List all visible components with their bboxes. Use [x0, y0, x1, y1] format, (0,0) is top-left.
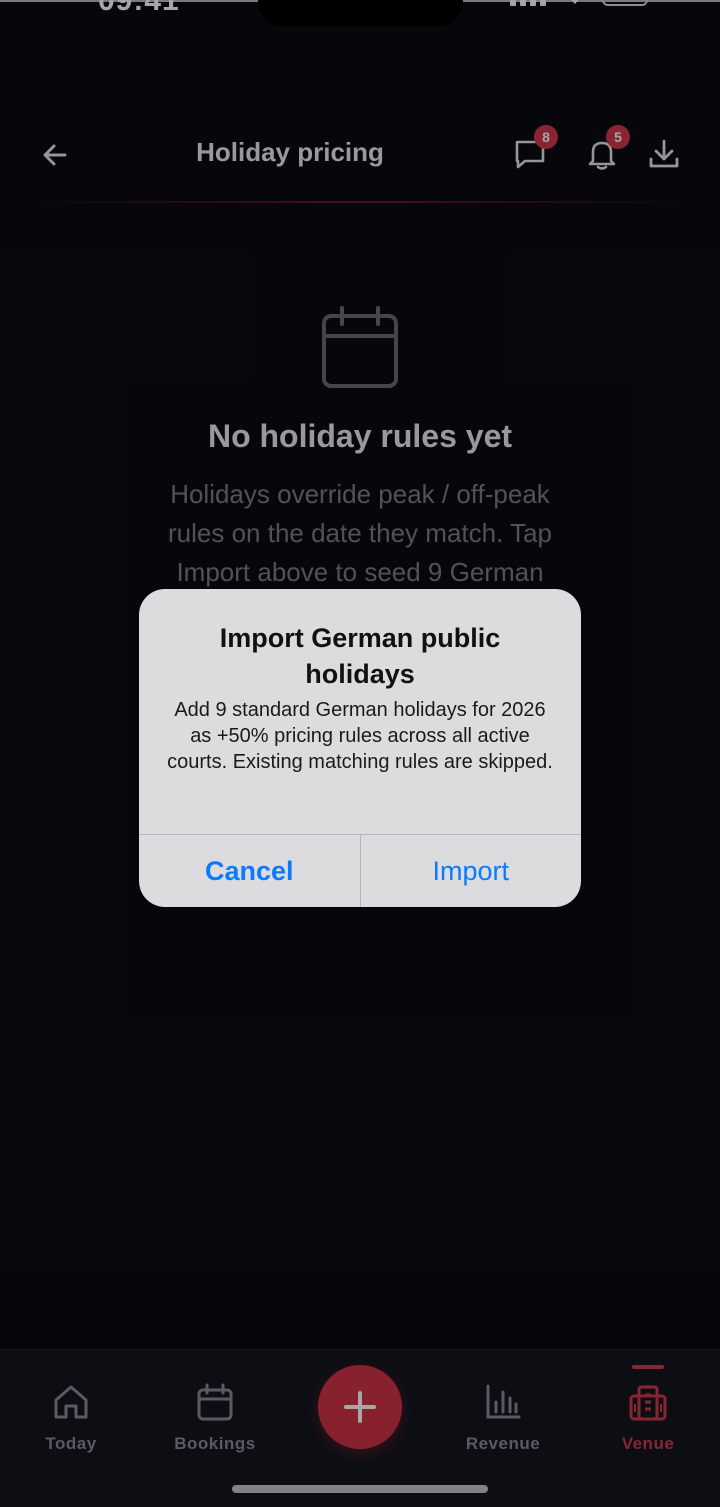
dialog-actions: Cancel Import — [139, 834, 581, 907]
cancel-button[interactable]: Cancel — [139, 835, 361, 907]
import-confirm-button[interactable]: Import — [361, 835, 582, 907]
dialog-message: Add 9 standard German holidays for 2026 … — [167, 699, 553, 773]
dialog-title: Import German public holidays — [219, 623, 501, 689]
import-holidays-dialog: Import German public holidays Add 9 stan… — [139, 589, 581, 907]
screen: 09:41 Holiday pricing 8 5 No holiday rul… — [0, 0, 720, 1507]
